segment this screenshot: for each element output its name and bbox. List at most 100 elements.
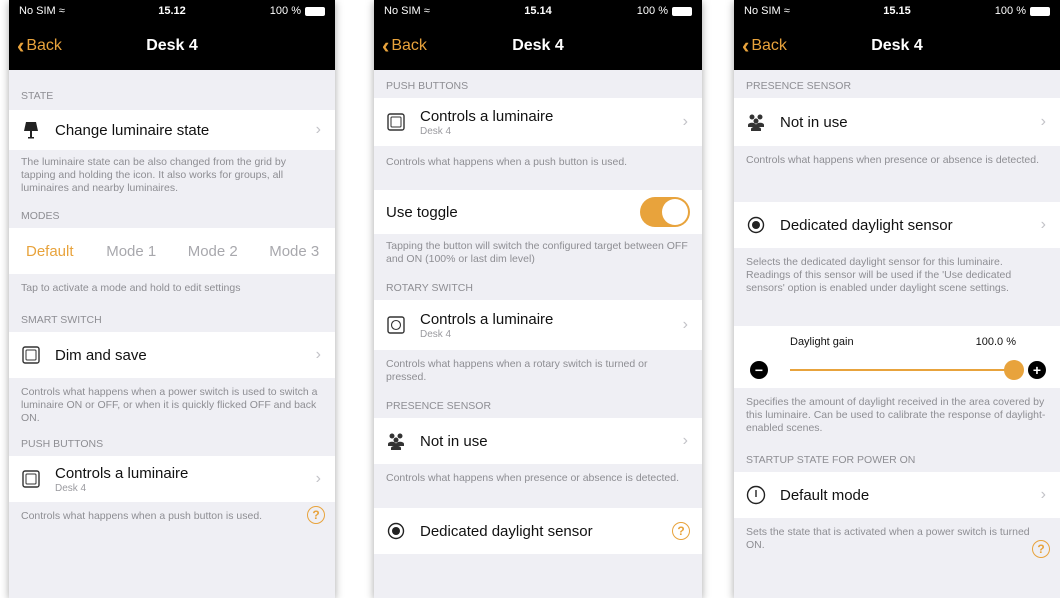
section-header-rotary-switch: ROTARY SWITCH (386, 282, 473, 294)
settings-list[interactable]: PRESENCE SENSOR Not in use › Controls wh… (734, 70, 1060, 564)
use-toggle-cell: Use toggle (374, 190, 702, 234)
daylight-gain-track[interactable] (790, 369, 1014, 371)
push-buttons-note-row: Controls what happens when a push button… (9, 502, 335, 532)
rotary-switch-note: Controls what happens when a rotary swit… (386, 358, 648, 383)
rotary-switch-icon (386, 315, 406, 335)
back-button[interactable]: ‹ Back (734, 35, 787, 57)
daylight-gain-row: Daylight gain 100.0 % − + (734, 326, 1060, 388)
carrier-label: No SIM (19, 5, 56, 17)
daylight-sensor-cell[interactable]: Dedicated daylight sensor › (734, 202, 1060, 248)
screen-2: No SIM ≈ 15.14 100 % ‹ Back Desk 4 PUSH BU… (374, 0, 702, 598)
power-icon (746, 485, 766, 505)
nav-bar: ‹ Back Desk 4 (734, 22, 1060, 70)
use-toggle-note: Tapping the button will switch the confi… (386, 240, 688, 265)
push-button-icon (386, 112, 406, 132)
settings-list[interactable]: STATE Change luminaire state › The lumin… (9, 70, 335, 532)
plus-icon[interactable]: + (1028, 361, 1046, 379)
mode-3[interactable]: Mode 3 (254, 243, 336, 260)
push-buttons-note: Controls what happens when a push button… (21, 510, 263, 522)
battery-label: 100 % (994, 5, 1026, 17)
section-header-state: STATE (21, 90, 54, 102)
status-bar: No SIM ≈ 15.12 100 % (9, 0, 335, 22)
section-header-presence-sensor: PRESENCE SENSOR (746, 80, 852, 92)
startup-state-label: Default mode (780, 486, 870, 504)
back-label: Back (26, 37, 62, 54)
daylight-sensor-label: Dedicated daylight sensor (780, 216, 953, 234)
change-luminaire-state-label: Change luminaire state (55, 121, 210, 139)
chevron-left-icon: ‹ (17, 33, 25, 58)
section-header-push-buttons: PUSH BUTTONS (21, 438, 104, 450)
push-buttons-note: Controls what happens when a push button… (386, 156, 628, 168)
daylight-sensor-note: Selects the dedicated daylight sensor fo… (746, 256, 1012, 294)
help-icon[interactable]: ? (307, 506, 325, 524)
status-bar: No SIM ≈ 15.15 100 % (734, 0, 1060, 22)
back-button[interactable]: ‹ Back (374, 35, 427, 57)
section-header-smart-switch: SMART SWITCH (21, 314, 102, 326)
screen-1: No SIM ≈ 15.12 100 % ‹ Back Desk 4 STATE C… (9, 0, 335, 598)
people-icon (386, 431, 406, 451)
mode-1[interactable]: Mode 1 (91, 243, 173, 260)
daylight-gain-thumb[interactable] (1004, 360, 1024, 380)
startup-state-cell[interactable]: Default mode › (734, 472, 1060, 518)
back-label: Back (751, 37, 787, 54)
modes-note: Tap to activate a mode and hold to edit … (21, 282, 241, 294)
push-buttons-cell[interactable]: Controls a luminaire Desk 4 › (374, 98, 702, 146)
chevron-right-icon: › (1040, 113, 1046, 130)
back-button[interactable]: ‹ Back (9, 35, 62, 57)
change-luminaire-state-cell[interactable]: Change luminaire state › (9, 110, 335, 150)
screen-3: No SIM ≈ 15.15 100 % ‹ Back Desk 4 PRESENC… (734, 0, 1060, 598)
presence-sensor-note: Controls what happens when presence or a… (386, 472, 680, 484)
minus-icon[interactable]: − (750, 361, 768, 379)
back-label: Back (391, 37, 427, 54)
presence-sensor-label: Not in use (780, 113, 848, 131)
battery-label: 100 % (269, 5, 301, 17)
radio-selected-icon (746, 215, 766, 235)
daylight-gain-value: 100.0 % (975, 336, 1016, 348)
use-toggle-label: Use toggle (386, 203, 458, 221)
rotary-switch-cell[interactable]: Controls a luminaire Desk 4 › (374, 300, 702, 350)
chevron-right-icon: › (682, 432, 688, 449)
daylight-sensor-cell[interactable]: Dedicated daylight sensor ? (374, 508, 702, 554)
toggle-knob (662, 199, 688, 225)
modes-selector[interactable]: Default Mode 1 Mode 2 Mode 3 (9, 228, 335, 274)
wifi-icon: ≈ (58, 5, 65, 17)
chevron-left-icon: ‹ (742, 33, 750, 58)
carrier-label: No SIM (744, 5, 781, 17)
wifi-icon: ≈ (423, 5, 430, 17)
presence-sensor-cell[interactable]: Not in use › (734, 98, 1060, 146)
people-icon (746, 112, 766, 132)
daylight-sensor-label: Dedicated daylight sensor (420, 522, 593, 540)
daylight-gain-note: Specifies the amount of daylight receive… (746, 396, 1046, 434)
chevron-right-icon: › (1040, 486, 1046, 503)
presence-sensor-label: Not in use (420, 432, 488, 450)
settings-list[interactable]: PUSH BUTTONS Controls a luminaire Desk 4 … (374, 70, 702, 554)
section-header-presence-sensor: PRESENCE SENSOR (386, 400, 492, 412)
nav-bar: ‹ Back Desk 4 (374, 22, 702, 70)
status-bar: No SIM ≈ 15.14 100 % (374, 0, 702, 22)
push-buttons-label: Controls a luminaire (420, 107, 554, 125)
push-buttons-label: Controls a luminaire (55, 464, 189, 482)
smart-switch-cell[interactable]: Dim and save › (9, 332, 335, 378)
presence-sensor-note: Controls what happens when presence or a… (746, 154, 1040, 166)
lamp-icon (21, 120, 41, 140)
rotary-switch-target: Desk 4 (420, 328, 452, 340)
mode-2[interactable]: Mode 2 (172, 243, 254, 260)
push-button-icon (21, 469, 41, 489)
presence-sensor-cell[interactable]: Not in use › (374, 418, 702, 464)
use-toggle-switch[interactable] (640, 197, 690, 227)
radio-selected-icon (386, 521, 406, 541)
section-header-modes: MODES (21, 210, 60, 222)
carrier-label: No SIM (384, 5, 421, 17)
chevron-right-icon: › (315, 346, 321, 363)
section-header-startup-state: STARTUP STATE FOR POWER ON (746, 454, 916, 466)
state-note: The luminaire state can be also changed … (21, 156, 286, 194)
chevron-left-icon: ‹ (382, 33, 390, 58)
chevron-right-icon: › (315, 121, 321, 138)
push-buttons-cell[interactable]: Controls a luminaire Desk 4 › (9, 456, 335, 502)
chevron-right-icon: › (682, 113, 688, 130)
wifi-icon: ≈ (783, 5, 790, 17)
help-icon[interactable]: ? (1032, 540, 1050, 558)
battery-icon (1030, 6, 1050, 16)
mode-default[interactable]: Default (9, 243, 91, 260)
help-icon[interactable]: ? (672, 522, 690, 540)
